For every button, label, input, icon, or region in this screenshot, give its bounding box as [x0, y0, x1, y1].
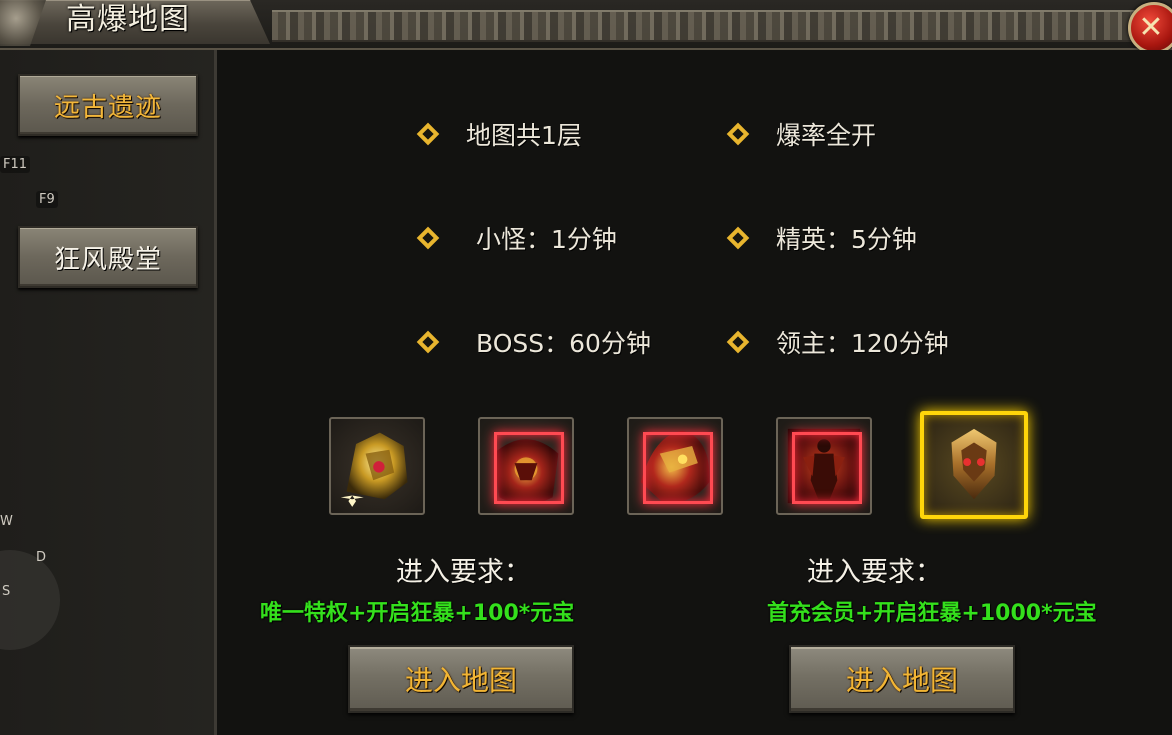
reward-slot-4[interactable] [776, 417, 872, 515]
diamond-bullet-icon [726, 226, 750, 250]
title-bar: 高爆地图 ✕ [0, 0, 1172, 54]
map-detail-panel: 地图共1层 爆率全开 小怪：1分钟 精英：5分钟 BOSS：60分钟 领主：12… [217, 50, 1172, 735]
reward-slot-5[interactable] [920, 411, 1028, 519]
ornament-band [272, 10, 1140, 42]
hotkey-f9[interactable]: F9 [36, 191, 58, 208]
requirement-label-right: 进入要求： [807, 557, 942, 588]
rarity-frame [643, 432, 713, 504]
reward-slot-2[interactable] [478, 417, 574, 515]
info-row-elite: 精英：5分钟 [726, 220, 917, 256]
diamond-bullet-icon [416, 226, 440, 250]
joystick-key-s: S [2, 584, 11, 599]
gold-crest-icon [951, 428, 997, 500]
info-row-lord: 领主：120分钟 [726, 324, 949, 360]
hotkey-f11[interactable]: F11 [0, 156, 31, 173]
info-row-minion: 小怪：1分钟 [416, 220, 617, 256]
info-drop-rate: 爆率全开 [776, 121, 877, 150]
window-title: 高爆地图 [66, 2, 190, 37]
info-boss-respawn: BOSS：60分钟 [476, 329, 651, 358]
requirement-text-right: 首充会员+开启狂暴+1000*元宝 [767, 601, 1097, 626]
enter-map-button-left[interactable]: 进入地图 [348, 645, 574, 713]
map-sidebar: 远古遗迹 F11 F9 狂风殿堂 W D S [0, 50, 217, 735]
reward-slot-1[interactable] [329, 417, 425, 515]
sidebar-item-wind-hall[interactable]: 狂风殿堂 [18, 226, 198, 288]
sidebar-item-ancient-ruins[interactable]: 远古遗迹 [18, 74, 198, 136]
gold-helmet-icon [340, 432, 408, 507]
info-minion-respawn: 小怪：1分钟 [476, 225, 617, 254]
virtual-joystick[interactable] [0, 550, 60, 650]
joystick-key-w: W [0, 514, 13, 529]
info-row-boss: BOSS：60分钟 [416, 324, 651, 360]
info-layers: 地图共1层 [466, 121, 582, 150]
rarity-frame [792, 432, 862, 504]
diamond-bullet-icon [726, 122, 750, 146]
rarity-frame [494, 432, 564, 504]
info-row-drop-rate: 爆率全开 [726, 116, 877, 152]
joystick-key-d: D [36, 550, 47, 565]
info-row-layers: 地图共1层 [416, 116, 582, 152]
info-lord-respawn: 领主：120分钟 [776, 329, 949, 358]
diamond-bullet-icon [416, 330, 440, 354]
close-icon: ✕ [1138, 10, 1164, 45]
requirement-label-left: 进入要求： [396, 557, 531, 588]
diamond-bullet-icon [726, 330, 750, 354]
reward-slot-3[interactable] [627, 417, 723, 515]
close-button[interactable]: ✕ [1128, 2, 1172, 54]
requirement-text-left: 唯一特权+开启狂暴+100*元宝 [260, 601, 575, 626]
enter-map-button-right[interactable]: 进入地图 [789, 645, 1015, 713]
info-elite-respawn: 精英：5分钟 [776, 225, 917, 254]
diamond-bullet-icon [416, 122, 440, 146]
